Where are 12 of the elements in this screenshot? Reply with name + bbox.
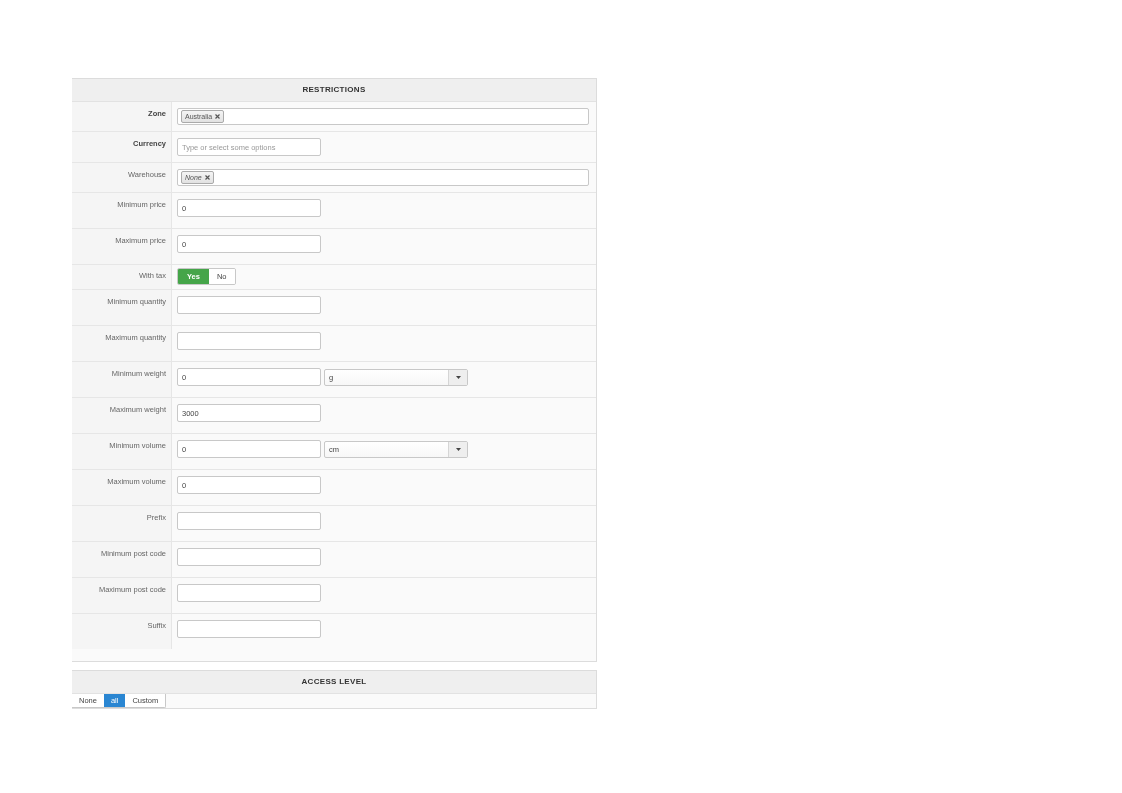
text-field[interactable] bbox=[177, 512, 321, 530]
text-field[interactable] bbox=[177, 332, 321, 350]
text-field[interactable] bbox=[177, 584, 321, 602]
close-icon[interactable] bbox=[204, 175, 210, 180]
close-icon[interactable] bbox=[215, 114, 221, 119]
panel-heading: RESTRICTIONS bbox=[72, 79, 596, 102]
panel-heading: ACCESS LEVEL bbox=[72, 671, 596, 694]
caret-icon[interactable] bbox=[455, 448, 461, 451]
text-field[interactable] bbox=[177, 620, 321, 638]
text-field[interactable] bbox=[177, 296, 321, 314]
caret-icon[interactable] bbox=[455, 376, 461, 379]
text-field[interactable] bbox=[177, 548, 321, 566]
